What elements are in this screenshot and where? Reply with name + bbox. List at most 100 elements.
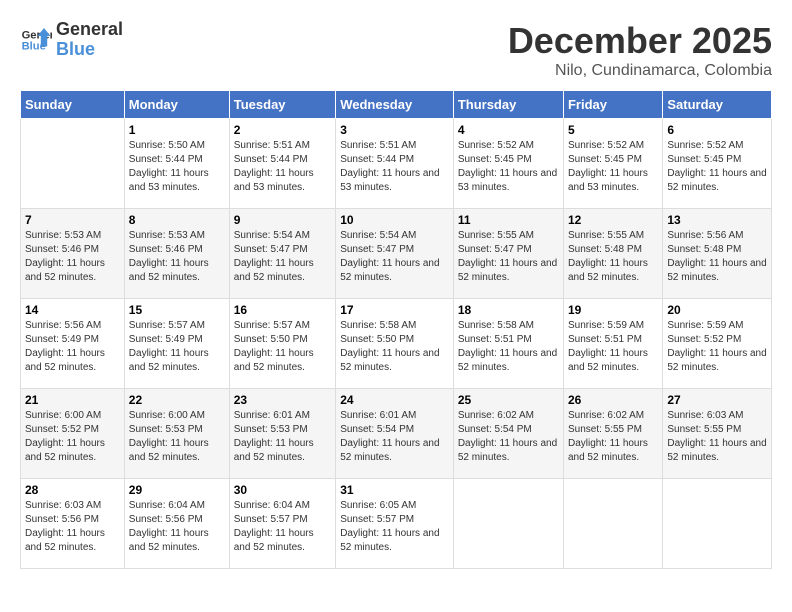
day-cell: 20Sunrise: 5:59 AMSunset: 5:52 PMDayligh… bbox=[663, 299, 772, 389]
day-cell: 29 Sunrise: 6:04 AMSunset: 5:56 PMDayligh… bbox=[124, 479, 229, 569]
day-info: Sunrise: 6:04 AMSunset: 5:56 PMDaylight:… bbox=[129, 499, 225, 555]
day-number: 27 bbox=[667, 393, 767, 407]
day-cell: 27 Sunrise: 6:03 AMSunset: 5:55 PMDayligh… bbox=[663, 389, 772, 479]
day-info: Sunrise: 5:53 AMSunset: 5:46 PMDaylight:… bbox=[129, 229, 225, 285]
day-number: 14 bbox=[25, 303, 120, 317]
day-info: Sunrise: 5:51 AMSunset: 5:44 PMDaylight:… bbox=[234, 139, 331, 195]
day-number: 12 bbox=[568, 213, 658, 227]
day-info: Sunrise: 5:59 AMSunset: 5:51 PMDaylight:… bbox=[568, 319, 658, 375]
logo-icon: General Blue bbox=[20, 24, 52, 56]
day-number: 19 bbox=[568, 303, 658, 317]
day-number: 17 bbox=[340, 303, 449, 317]
day-info: Sunrise: 6:04 AMSunset: 5:57 PMDaylight:… bbox=[234, 499, 331, 555]
day-number: 10 bbox=[340, 213, 449, 227]
day-number: 20 bbox=[667, 303, 767, 317]
day-info: Sunrise: 5:54 AMSunset: 5:47 PMDaylight:… bbox=[340, 229, 449, 285]
day-info: Sunrise: 5:58 AMSunset: 5:50 PMDaylight:… bbox=[340, 319, 449, 375]
header-saturday: Saturday bbox=[663, 91, 772, 119]
day-number: 8 bbox=[129, 213, 225, 227]
day-number: 24 bbox=[340, 393, 449, 407]
day-number: 21 bbox=[25, 393, 120, 407]
day-cell: 7 Sunrise: 5:53 AMSunset: 5:46 PMDaylight… bbox=[21, 209, 125, 299]
day-number: 23 bbox=[234, 393, 331, 407]
day-number: 5 bbox=[568, 123, 658, 137]
day-info: Sunrise: 5:51 AMSunset: 5:44 PMDaylight:… bbox=[340, 139, 449, 195]
day-number: 11 bbox=[458, 213, 559, 227]
header-tuesday: Tuesday bbox=[229, 91, 335, 119]
day-info: Sunrise: 5:57 AMSunset: 5:50 PMDaylight:… bbox=[234, 319, 331, 375]
day-cell: 12 Sunrise: 5:55 AMSunset: 5:48 PMDayligh… bbox=[563, 209, 662, 299]
day-cell bbox=[21, 119, 125, 209]
day-number: 29 bbox=[129, 483, 225, 497]
day-cell: 26Sunrise: 6:02 AMSunset: 5:55 PMDayligh… bbox=[563, 389, 662, 479]
day-cell: 18Sunrise: 5:58 AMSunset: 5:51 PMDayligh… bbox=[453, 299, 563, 389]
day-cell: 13Sunrise: 5:56 AMSunset: 5:48 PMDayligh… bbox=[663, 209, 772, 299]
day-cell: 4 Sunrise: 5:52 AMSunset: 5:45 PMDaylight… bbox=[453, 119, 563, 209]
day-info: Sunrise: 6:02 AMSunset: 5:54 PMDaylight:… bbox=[458, 409, 559, 465]
day-number: 9 bbox=[234, 213, 331, 227]
day-info: Sunrise: 6:00 AMSunset: 5:53 PMDaylight:… bbox=[129, 409, 225, 465]
header-monday: Monday bbox=[124, 91, 229, 119]
day-cell: 10 Sunrise: 5:54 AMSunset: 5:47 PMDayligh… bbox=[336, 209, 454, 299]
day-info: Sunrise: 5:52 AMSunset: 5:45 PMDaylight:… bbox=[568, 139, 658, 195]
day-cell bbox=[663, 479, 772, 569]
logo-text: General Blue bbox=[56, 20, 123, 60]
day-info: Sunrise: 5:54 AMSunset: 5:47 PMDaylight:… bbox=[234, 229, 331, 285]
day-number: 4 bbox=[458, 123, 559, 137]
day-number: 15 bbox=[129, 303, 225, 317]
day-info: Sunrise: 5:50 AMSunset: 5:44 PMDaylight:… bbox=[129, 139, 225, 195]
day-info: Sunrise: 5:55 AMSunset: 5:48 PMDaylight:… bbox=[568, 229, 658, 285]
day-cell: 14Sunrise: 5:56 AMSunset: 5:49 PMDayligh… bbox=[21, 299, 125, 389]
day-cell: 28Sunrise: 6:03 AMSunset: 5:56 PMDayligh… bbox=[21, 479, 125, 569]
day-cell bbox=[563, 479, 662, 569]
day-cell: 2 Sunrise: 5:51 AMSunset: 5:44 PMDaylight… bbox=[229, 119, 335, 209]
day-info: Sunrise: 5:56 AMSunset: 5:48 PMDaylight:… bbox=[667, 229, 767, 285]
logo: General Blue General Blue bbox=[20, 20, 123, 60]
day-number: 3 bbox=[340, 123, 449, 137]
day-number: 7 bbox=[25, 213, 120, 227]
day-cell: 9 Sunrise: 5:54 AMSunset: 5:47 PMDaylight… bbox=[229, 209, 335, 299]
week-row-5: 28Sunrise: 6:03 AMSunset: 5:56 PMDayligh… bbox=[21, 479, 772, 569]
month-title: December 2025 bbox=[508, 20, 772, 62]
day-cell: 15 Sunrise: 5:57 AMSunset: 5:49 PMDayligh… bbox=[124, 299, 229, 389]
day-info: Sunrise: 5:57 AMSunset: 5:49 PMDaylight:… bbox=[129, 319, 225, 375]
day-cell: 24Sunrise: 6:01 AMSunset: 5:54 PMDayligh… bbox=[336, 389, 454, 479]
day-number: 2 bbox=[234, 123, 331, 137]
day-number: 31 bbox=[340, 483, 449, 497]
week-row-2: 7 Sunrise: 5:53 AMSunset: 5:46 PMDaylight… bbox=[21, 209, 772, 299]
day-cell: 19 Sunrise: 5:59 AMSunset: 5:51 PMDayligh… bbox=[563, 299, 662, 389]
day-cell: 30Sunrise: 6:04 AMSunset: 5:57 PMDayligh… bbox=[229, 479, 335, 569]
day-info: Sunrise: 5:52 AMSunset: 5:45 PMDaylight:… bbox=[667, 139, 767, 195]
day-info: Sunrise: 6:03 AMSunset: 5:55 PMDaylight:… bbox=[667, 409, 767, 465]
day-cell: 31 Sunrise: 6:05 AMSunset: 5:57 PMDayligh… bbox=[336, 479, 454, 569]
page-header: General Blue General Blue December 2025 … bbox=[20, 20, 772, 80]
day-cell: 8 Sunrise: 5:53 AMSunset: 5:46 PMDaylight… bbox=[124, 209, 229, 299]
day-number: 28 bbox=[25, 483, 120, 497]
day-cell: 1Sunrise: 5:50 AMSunset: 5:44 PMDaylight… bbox=[124, 119, 229, 209]
day-cell: 21Sunrise: 6:00 AMSunset: 5:52 PMDayligh… bbox=[21, 389, 125, 479]
day-cell: 11Sunrise: 5:55 AMSunset: 5:47 PMDayligh… bbox=[453, 209, 563, 299]
day-cell: 17 Sunrise: 5:58 AMSunset: 5:50 PMDayligh… bbox=[336, 299, 454, 389]
day-number: 25 bbox=[458, 393, 559, 407]
header-wednesday: Wednesday bbox=[336, 91, 454, 119]
week-row-3: 14Sunrise: 5:56 AMSunset: 5:49 PMDayligh… bbox=[21, 299, 772, 389]
day-info: Sunrise: 5:52 AMSunset: 5:45 PMDaylight:… bbox=[458, 139, 559, 195]
calendar-table: SundayMondayTuesdayWednesdayThursdayFrid… bbox=[20, 90, 772, 569]
day-cell: 5 Sunrise: 5:52 AMSunset: 5:45 PMDaylight… bbox=[563, 119, 662, 209]
day-info: Sunrise: 6:02 AMSunset: 5:55 PMDaylight:… bbox=[568, 409, 658, 465]
day-cell: 3 Sunrise: 5:51 AMSunset: 5:44 PMDaylight… bbox=[336, 119, 454, 209]
header-sunday: Sunday bbox=[21, 91, 125, 119]
day-info: Sunrise: 5:53 AMSunset: 5:46 PMDaylight:… bbox=[25, 229, 120, 285]
day-cell: 23Sunrise: 6:01 AMSunset: 5:53 PMDayligh… bbox=[229, 389, 335, 479]
day-cell: 16 Sunrise: 5:57 AMSunset: 5:50 PMDayligh… bbox=[229, 299, 335, 389]
header-friday: Friday bbox=[563, 91, 662, 119]
day-cell: 25 Sunrise: 6:02 AMSunset: 5:54 PMDayligh… bbox=[453, 389, 563, 479]
week-row-1: 1Sunrise: 5:50 AMSunset: 5:44 PMDaylight… bbox=[21, 119, 772, 209]
location: Nilo, Cundinamarca, Colombia bbox=[508, 62, 772, 80]
day-number: 16 bbox=[234, 303, 331, 317]
day-number: 18 bbox=[458, 303, 559, 317]
week-row-4: 21Sunrise: 6:00 AMSunset: 5:52 PMDayligh… bbox=[21, 389, 772, 479]
title-section: December 2025 Nilo, Cundinamarca, Colomb… bbox=[508, 20, 772, 80]
day-cell: 6Sunrise: 5:52 AMSunset: 5:45 PMDaylight… bbox=[663, 119, 772, 209]
day-info: Sunrise: 6:05 AMSunset: 5:57 PMDaylight:… bbox=[340, 499, 449, 555]
